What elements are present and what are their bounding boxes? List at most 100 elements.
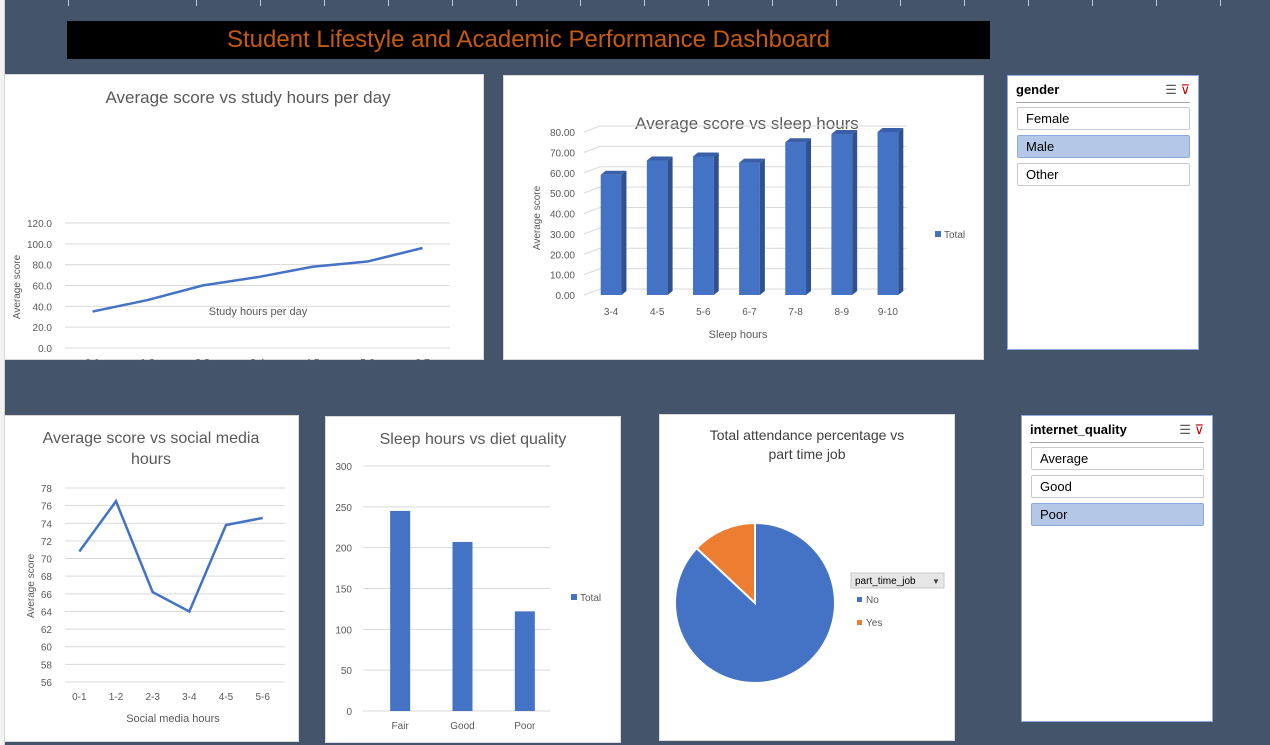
chart-social-media[interactable]: Average score vs social media hours 56 58 60…: [4, 415, 299, 742]
x-axis-label: Sleep hours: [709, 329, 768, 341]
internet-item-average[interactable]: Average: [1031, 447, 1204, 470]
bar: [877, 132, 899, 295]
y-tick-label: 200: [335, 544, 352, 555]
internet-quality-slicer-title: internet_quality: [1030, 422, 1127, 437]
y-tick-label: 300: [335, 462, 352, 473]
y-tick-label: 0.0: [38, 344, 52, 355]
bar-side: [667, 156, 673, 295]
legend-label: Total: [944, 230, 965, 241]
y-tick-label: 120.0: [27, 219, 52, 230]
internet-item-poor[interactable]: Poor: [1031, 503, 1204, 526]
x-tick-label: 3-4: [604, 307, 619, 318]
bar: [739, 162, 760, 295]
y-tick-label: 20.00: [550, 250, 575, 261]
chart-sleep-hours[interactable]: Average score vs sleep hours 0.00 10.00 20.…: [503, 75, 984, 360]
x-tick-label: 1-2: [140, 358, 155, 361]
y-tick-label: 100.0: [27, 240, 52, 251]
x-tick-label: 3-4: [250, 358, 265, 361]
x-tick-label: 4-5: [650, 307, 665, 318]
x-tick-label: 4-5: [305, 358, 320, 361]
x-tick-label: 6-7: [415, 358, 430, 361]
chart-title: Average score vs sleep hours: [635, 114, 859, 133]
gridline: [583, 145, 907, 153]
legend-swatch: [857, 620, 862, 625]
internet-quality-slicer[interactable]: internet_quality ☰ ⊽ Average Good Poor: [1021, 415, 1213, 722]
y-tick-label: 62: [41, 625, 53, 636]
y-tick-label: 20.0: [33, 323, 53, 334]
y-tick-label: 56: [41, 678, 53, 689]
bar: [514, 611, 535, 711]
y-axis-label: Average score: [12, 254, 23, 319]
chart-study-hours[interactable]: Average score vs study hours per day 0.0 2…: [4, 74, 484, 361]
x-tick-label: 5-6: [696, 307, 711, 318]
x-axis-label: Study hours per day: [209, 306, 308, 318]
internet-quality-slicer-header: internet_quality ☰ ⊽: [1030, 422, 1204, 443]
y-tick-label: 150: [335, 585, 352, 596]
multi-select-icon[interactable]: ☰: [1179, 422, 1191, 437]
y-tick-label: 80.0: [33, 261, 53, 272]
chart-part-time-job[interactable]: Total attendance percentage vs part time …: [659, 414, 955, 741]
bar: [452, 541, 473, 711]
y-tick-label: 250: [335, 503, 352, 514]
gender-item-male[interactable]: Male: [1017, 135, 1190, 158]
y-tick-label: 40.0: [33, 302, 53, 313]
y-tick-label: 50.00: [550, 189, 575, 200]
x-tick-label: 1-2: [109, 692, 124, 703]
x-tick-label: 4-5: [219, 692, 234, 703]
bar-side: [621, 170, 627, 295]
social-media-line-chart: Average score vs social media hours 56 58 60…: [26, 430, 285, 725]
series-line: [92, 246, 423, 313]
y-tick-label: 78: [41, 484, 53, 495]
y-tick-label: 30.00: [550, 230, 575, 241]
bar: [785, 142, 807, 295]
bar-side: [898, 128, 904, 295]
bar-side: [852, 130, 858, 295]
clear-filter-icon[interactable]: ⊽: [1180, 82, 1190, 97]
x-tick-label: 6-7: [742, 307, 757, 318]
y-tick-label: 10.00: [550, 271, 575, 282]
gender-item-female[interactable]: Female: [1017, 107, 1190, 130]
gender-slicer[interactable]: gender ☰ ⊽ Female Male Other: [1007, 75, 1199, 350]
y-tick-label: 70.00: [550, 148, 575, 159]
chart-title: part time job: [768, 446, 845, 462]
y-tick-label: 68: [41, 572, 53, 583]
clear-filter-icon[interactable]: ⊽: [1194, 422, 1204, 437]
chart-title: hours: [131, 451, 171, 468]
y-tick-label: 50: [341, 666, 353, 677]
legend-label: Yes: [866, 618, 882, 629]
gender-slicer-title: gender: [1016, 82, 1060, 97]
gender-slicer-header: gender ☰ ⊽: [1016, 82, 1190, 103]
y-tick-label: 60.00: [550, 169, 575, 180]
gender-item-other[interactable]: Other: [1017, 163, 1190, 186]
multi-select-icon[interactable]: ☰: [1165, 82, 1177, 97]
internet-item-good[interactable]: Good: [1031, 475, 1204, 498]
x-tick-label: 3-4: [182, 692, 197, 703]
legend-label: No: [866, 595, 879, 606]
study-hours-line-chart: Average score vs study hours per day 0.0 2…: [12, 88, 450, 361]
x-tick-label: 0-1: [72, 692, 87, 703]
y-tick-label: 72: [41, 537, 53, 548]
x-tick-label: Poor: [514, 721, 536, 732]
chart-title: Average score vs study hours per day: [105, 88, 391, 107]
y-tick-label: 80.00: [550, 128, 575, 139]
x-tick-label: 0-1: [85, 358, 100, 361]
x-tick-label: 5-6: [255, 692, 270, 703]
y-tick-label: 100: [335, 625, 352, 636]
legend-title: part_time_job: [855, 576, 916, 587]
dropdown-arrow-icon: ▼: [932, 577, 940, 586]
x-tick-label: 8-9: [835, 307, 850, 318]
y-tick-label: 40.00: [550, 210, 575, 221]
bar-side: [713, 152, 719, 295]
y-tick-label: 60: [41, 643, 53, 654]
x-tick-label: 9-10: [878, 307, 898, 318]
x-tick-label: 5-6: [360, 358, 375, 361]
legend-swatch: [935, 231, 941, 237]
x-tick-label: 2-3: [195, 358, 210, 361]
bar: [600, 174, 622, 295]
dashboard-title: Student Lifestyle and Academic Performan…: [67, 21, 990, 59]
legend-swatch: [571, 594, 577, 600]
chart-diet-quality[interactable]: Sleep hours vs diet quality 0 50 100 150 200 2…: [325, 416, 621, 743]
y-tick-label: 0.00: [556, 291, 576, 302]
bar: [646, 160, 668, 295]
chart-title: Total attendance percentage vs: [710, 427, 905, 443]
